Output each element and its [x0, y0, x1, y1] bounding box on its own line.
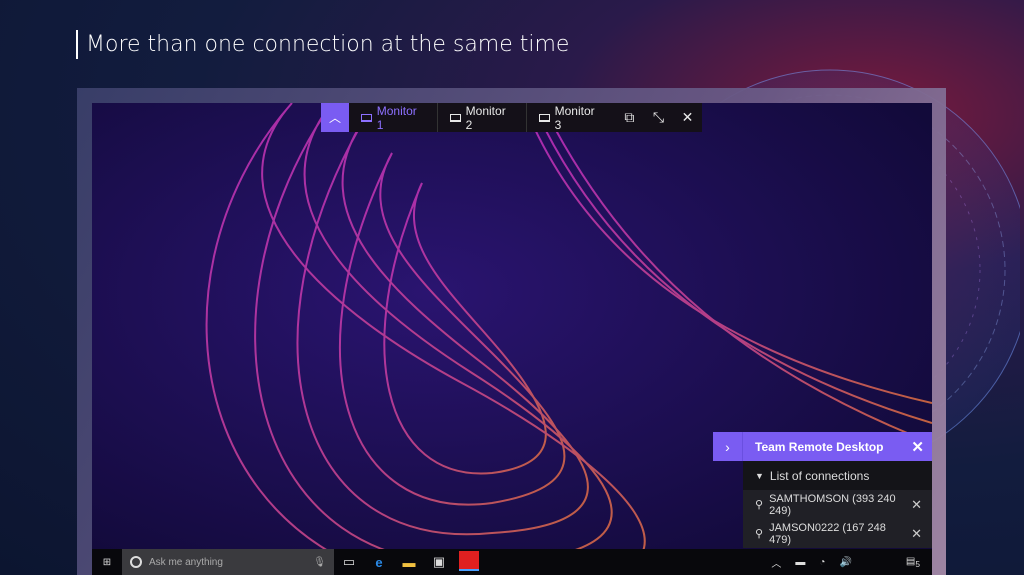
monitor-icon	[539, 114, 550, 122]
windows-start-icon[interactable]: ⊞	[92, 557, 122, 568]
monitor-label: Monitor 3	[555, 104, 603, 132]
tab-monitor-2[interactable]: Monitor 2	[438, 103, 527, 132]
tab-monitor-3[interactable]: Monitor 3	[527, 103, 615, 132]
task-view-icon[interactable]: ▭	[334, 554, 364, 570]
taskbar: ⊞ Ask me anything 🎙 ▭ e ▬ ▣ ︿ ▬ ◔ 🔊 ▤5	[92, 549, 932, 575]
panel-title: Team Remote Desktop	[755, 440, 883, 454]
battery-icon[interactable]: ▬	[795, 557, 805, 568]
monitor-label: Monitor 1	[377, 104, 425, 132]
monitor-icon	[361, 114, 372, 122]
section-label: List of connections	[770, 469, 869, 483]
remote-desktop-app-icon[interactable]	[454, 551, 484, 574]
microphone-icon[interactable]: 🎙	[313, 557, 326, 568]
edge-icon[interactable]: e	[364, 555, 394, 570]
user-icon: ⚲	[755, 527, 763, 540]
chevron-up-icon[interactable]: ︿	[771, 555, 781, 570]
store-icon[interactable]: ▣	[424, 554, 454, 570]
list-item[interactable]: ⚲ SAMTHOMSON (393 240 249) ✕	[743, 490, 932, 519]
monitor-icon	[450, 114, 461, 122]
notifications-icon[interactable]: ▤5	[906, 556, 920, 569]
connection-label: JAMSON0222 (167 248 479)	[769, 522, 905, 546]
remote-screen[interactable]: ︿ Monitor 1 Monitor 2 Monitor 3 ⧉ ⤡ ✕ › …	[92, 103, 932, 575]
chevron-right-icon[interactable]: ›	[713, 432, 743, 461]
collapse-toolbar-button[interactable]: ︿	[321, 103, 349, 132]
remote-toolbar: ︿ Monitor 1 Monitor 2 Monitor 3 ⧉ ⤡ ✕	[321, 103, 702, 132]
search-placeholder: Ask me anything	[149, 557, 223, 568]
tab-monitor-1[interactable]: Monitor 1	[349, 103, 438, 132]
headline: More than one connection at the same tim…	[76, 30, 569, 59]
close-panel-icon[interactable]: ✕	[911, 438, 924, 456]
search-box[interactable]: Ask me anything 🎙	[122, 549, 334, 575]
connections-panel: › Team Remote Desktop ✕ ▼ List of connecti…	[713, 432, 932, 548]
notification-count: 5	[915, 559, 920, 569]
all-monitors-icon[interactable]: ⧉	[615, 109, 644, 126]
monitor-label: Monitor 2	[466, 104, 514, 132]
volume-icon[interactable]: 🔊	[839, 557, 851, 568]
user-icon: ⚲	[755, 498, 763, 511]
wifi-icon[interactable]: ◔	[819, 557, 825, 568]
cortana-icon	[130, 556, 142, 568]
exit-fullscreen-icon[interactable]: ⤡	[644, 109, 673, 126]
connections-section-toggle[interactable]: ▼ List of connections	[743, 461, 932, 490]
disconnect-icon[interactable]: ✕	[911, 526, 922, 542]
disconnect-icon[interactable]: ✕	[911, 497, 922, 513]
close-icon[interactable]: ✕	[673, 109, 702, 126]
triangle-down-icon: ▼	[755, 471, 764, 481]
connection-label: SAMTHOMSON (393 240 249)	[769, 493, 905, 517]
list-item[interactable]: ⚲ JAMSON0222 (167 248 479) ✕	[743, 519, 932, 548]
file-explorer-icon[interactable]: ▬	[394, 555, 424, 570]
